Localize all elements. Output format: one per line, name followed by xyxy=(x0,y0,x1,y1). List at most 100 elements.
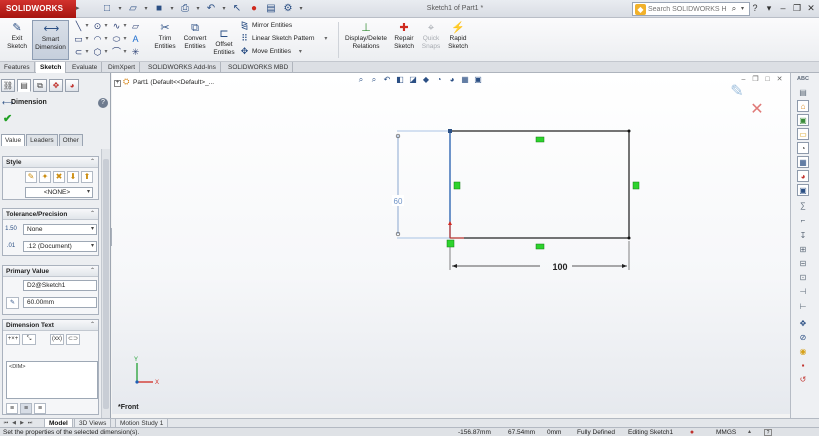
collapse-icon[interactable]: ⌃ xyxy=(90,320,95,331)
horizontal-dimension-text[interactable]: 100 xyxy=(552,262,567,272)
align-center-icon[interactable]: ≡ xyxy=(20,403,32,414)
feature-manager-icon[interactable]: ⛓ xyxy=(1,79,15,92)
menu-expand-icon[interactable]: ▸ xyxy=(76,4,85,14)
corner-point-bottom-right[interactable] xyxy=(627,236,631,240)
rectangle-dropdown-icon[interactable]: ▾ xyxy=(84,34,90,45)
tab-sketch[interactable]: Sketch xyxy=(36,62,67,73)
text-icon[interactable]: A xyxy=(129,34,142,45)
tool-icon[interactable]: ▤ xyxy=(797,87,809,99)
options-dropdown-icon[interactable]: ▾ xyxy=(298,2,304,16)
file-explorer-icon[interactable]: ▭ xyxy=(797,128,809,140)
circle-dropdown-icon[interactable]: ▾ xyxy=(103,21,109,32)
horizontal-relation-icon-bottom[interactable] xyxy=(535,243,545,250)
save-style-icon[interactable]: ⬇ xyxy=(67,171,79,183)
offset-entities-button[interactable]: ⊏ Offset Entities xyxy=(211,28,237,60)
sketch-tool-icon-6[interactable]: ⊡ xyxy=(797,272,809,284)
point-icon[interactable]: ✳ xyxy=(129,47,142,58)
sketch-tool-icon-2[interactable]: ⌐ xyxy=(797,215,809,227)
dimension-value-icon[interactable]: ✎ xyxy=(6,297,19,309)
forum-icon[interactable]: ▣ xyxy=(797,184,809,196)
undo-icon[interactable]: ↶ xyxy=(204,2,218,16)
sketch-tool-icon-5[interactable]: ⊟ xyxy=(797,258,809,270)
view-palette-icon[interactable]: ◔ xyxy=(797,142,809,154)
save-dropdown-icon[interactable]: ▾ xyxy=(169,2,175,16)
tab-value[interactable]: Value xyxy=(1,134,26,146)
select-icon[interactable]: ↖ xyxy=(230,2,244,16)
tab-solidworks-addins[interactable]: SOLIDWORKS Add-Ins xyxy=(144,62,221,73)
display-manager-icon[interactable]: ◕ xyxy=(65,79,79,92)
plane-icon[interactable]: ▱ xyxy=(129,21,142,32)
search-icon[interactable]: ⌕ xyxy=(728,3,740,15)
vertical-dimension-text[interactable]: 60 xyxy=(394,197,403,206)
file-properties-icon[interactable]: ▤ xyxy=(264,2,278,16)
slot-dropdown-icon[interactable]: ▾ xyxy=(84,47,90,58)
options-icon[interactable]: ⚙ xyxy=(281,2,295,16)
rebuild-icon[interactable]: ● xyxy=(247,2,261,16)
quick-snaps-button[interactable]: ⌖ Quick Snaps xyxy=(419,20,443,60)
style-group-header[interactable]: Style ⌃ xyxy=(3,157,98,168)
new-dropdown-icon[interactable]: ▾ xyxy=(117,2,123,16)
sketch-tool-icon-12[interactable]: ▪ xyxy=(797,360,809,372)
add-style-icon[interactable]: ✦ xyxy=(39,171,51,183)
sketch-tool-icon-3[interactable]: ↧ xyxy=(797,230,809,242)
tolerance-group-header[interactable]: Tolerance/Precision ⌃ xyxy=(3,209,98,220)
save-icon[interactable]: ■ xyxy=(152,2,166,16)
dimension-text-arrow-icon[interactable]: ⤡ xyxy=(22,334,36,345)
align-right-icon[interactable]: ≡ xyxy=(34,403,46,414)
trim-entities-button[interactable]: ✂ Trim Entities xyxy=(152,20,178,60)
configuration-manager-icon[interactable]: ⧉ xyxy=(33,79,47,92)
help-search-input[interactable] xyxy=(648,3,726,15)
help-icon[interactable]: ? xyxy=(98,98,108,108)
sketch-tool-icon-7[interactable]: ⊣ xyxy=(797,286,809,298)
sketch-canvas[interactable]: 60 100 Y X xyxy=(112,73,790,414)
sketch-tool-icon-8[interactable]: ⊢ xyxy=(797,301,809,313)
rapid-sketch-button[interactable]: ⚡ Rapid Sketch xyxy=(446,20,470,60)
close-icon[interactable]: ✕ xyxy=(805,2,817,15)
collapse-icon[interactable]: ⌃ xyxy=(90,266,95,277)
new-document-icon[interactable]: □ xyxy=(100,2,114,16)
inspection-icon[interactable]: ⊂⊃ xyxy=(66,334,80,345)
load-style-icon[interactable]: ⬆ xyxy=(81,171,93,183)
sketch-tool-icon-4[interactable]: ⊞ xyxy=(797,244,809,256)
minimize-icon[interactable]: – xyxy=(777,2,789,15)
panel-scrollbar[interactable] xyxy=(101,149,110,418)
linear-sketch-pattern-button[interactable]: ⠿ Linear Sketch Pattern ▾ xyxy=(239,33,327,45)
custom-properties-icon[interactable]: ◕ xyxy=(797,170,809,182)
tab-dimxpert[interactable]: DimXpert xyxy=(104,62,141,73)
arc-dropdown-icon[interactable]: ▾ xyxy=(103,34,109,45)
line-dropdown-icon[interactable]: ▾ xyxy=(84,21,90,32)
sketch-tool-icon-13[interactable]: ↺ xyxy=(797,374,809,386)
dimension-value-input[interactable]: 60.00mm xyxy=(23,297,97,308)
solidworks-resources-icon[interactable]: ⌂ xyxy=(797,100,809,112)
style-select[interactable]: <NONE> ▾ xyxy=(25,187,93,198)
tab-other[interactable]: Other xyxy=(58,134,83,146)
fillet-dropdown-icon[interactable]: ▾ xyxy=(122,47,128,58)
exit-sketch-button[interactable]: ✎ Exit Sketch xyxy=(3,20,31,60)
accept-checkmark-icon[interactable]: ✔ xyxy=(3,113,15,125)
status-units[interactable]: MMGS xyxy=(716,428,736,436)
mirror-entities-button[interactable]: ⧎ Mirror Entities xyxy=(239,20,292,32)
panel-scrollbar-thumb[interactable] xyxy=(103,159,109,409)
sketch-tool-icon-10[interactable]: ⊘ xyxy=(797,332,809,344)
dimxpert-manager-icon[interactable]: ✥ xyxy=(49,79,63,92)
property-manager-icon[interactable]: ▤ xyxy=(17,79,31,92)
corner-point-top-right[interactable] xyxy=(627,129,631,133)
tab-leaders[interactable]: Leaders xyxy=(26,134,58,146)
sketch-tool-icon-1[interactable]: ∑ xyxy=(797,200,809,212)
collapse-icon[interactable]: ⌃ xyxy=(90,209,95,220)
print-icon[interactable]: ⎙ xyxy=(178,2,192,16)
open-dropdown-icon[interactable]: ▾ xyxy=(143,2,149,16)
linear-pattern-dropdown-icon[interactable]: ▾ xyxy=(324,36,327,42)
help-status-icon[interactable]: ? xyxy=(764,429,772,436)
solidworks-logo[interactable]: SOLIDWORKS xyxy=(0,0,76,18)
collapse-icon[interactable]: ⌃ xyxy=(90,157,95,168)
restore-icon[interactable]: ❐ xyxy=(791,2,803,15)
sketch-tool-icon-11[interactable]: ◉ xyxy=(797,346,809,358)
horizontal-relation-icon-top[interactable] xyxy=(535,136,545,143)
tab-features[interactable]: Features xyxy=(0,62,35,73)
appearances-icon[interactable]: ▦ xyxy=(797,156,809,168)
display-delete-relations-button[interactable]: ⊥ Display/Delete Relations xyxy=(341,20,391,60)
design-library-icon[interactable]: ▣ xyxy=(797,114,809,126)
search-dropdown-icon[interactable]: ▾ xyxy=(741,3,748,15)
vertical-relation-icon-right[interactable] xyxy=(632,181,640,190)
